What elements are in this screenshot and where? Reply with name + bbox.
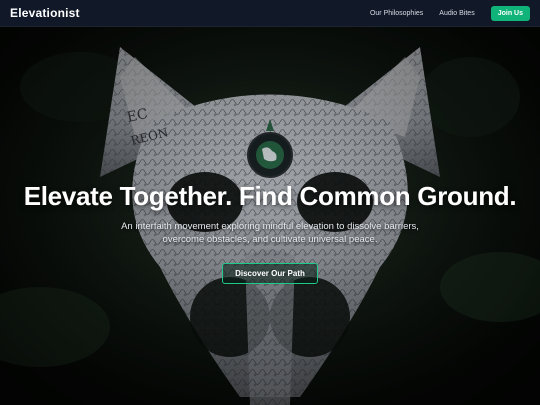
nav-link-our-philosophies[interactable]: Our Philosophies [370, 10, 423, 17]
brand-logo[interactable]: Elevationist [10, 6, 80, 20]
hero-section: EC REON Elevate Together. Find Common Gr… [0, 27, 540, 405]
join-us-button[interactable]: Join Us [490, 5, 530, 21]
main-nav: Our Philosophies Audio Bites Join Us [370, 5, 530, 21]
hero-content: Elevate Together. Find Common Ground. An… [0, 181, 540, 284]
hero-title: Elevate Together. Find Common Ground. [23, 181, 517, 211]
nav-link-audio-bites[interactable]: Audio Bites [439, 10, 474, 17]
landing-page: Elevationist Our Philosophies Audio Bite… [0, 0, 540, 405]
discover-our-path-button[interactable]: Discover Our Path [222, 263, 318, 284]
hero-subtitle: An interfaith movement exploring mindful… [121, 221, 419, 245]
top-navbar: Elevationist Our Philosophies Audio Bite… [0, 0, 540, 27]
